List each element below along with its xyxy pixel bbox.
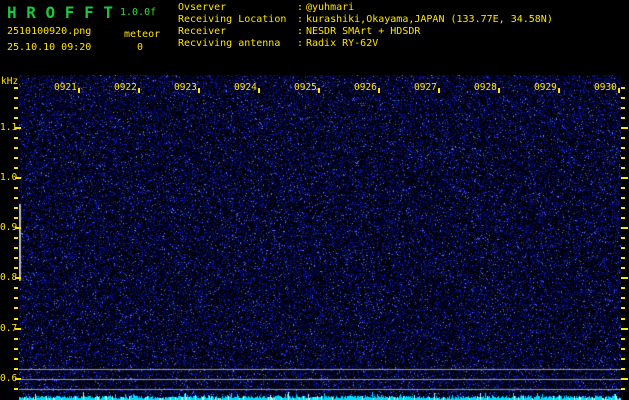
freq-minor-tick-right <box>621 358 625 360</box>
freq-minor-tick-right <box>621 87 625 89</box>
freq-minor-tick-left <box>14 197 18 199</box>
freq-major-tick-right <box>621 277 628 279</box>
observer-label: Ovserver <box>178 2 227 13</box>
freq-minor-tick-right <box>621 388 625 390</box>
freq-minor-tick-right <box>621 217 625 219</box>
freq-minor-tick-left <box>14 167 18 169</box>
freq-minor-tick-right <box>621 187 625 189</box>
freq-minor-tick-left <box>14 338 18 340</box>
freq-label: 1.0 <box>0 172 18 183</box>
freq-major-tick-right <box>621 328 628 330</box>
freq-minor-tick-left <box>14 267 18 269</box>
freq-minor-tick-right <box>621 287 625 289</box>
antenna-row: Recviving antenna: Radix RY-62V <box>178 38 553 50</box>
separator: : <box>297 26 304 37</box>
freq-minor-tick-left <box>14 237 18 239</box>
app-title: H R O F F T <box>7 3 113 22</box>
freq-minor-tick-right <box>621 237 625 239</box>
freq-minor-tick-left <box>14 107 18 109</box>
freq-minor-tick-left <box>14 137 18 139</box>
observer-row: Ovserver: @yuhmari <box>178 2 553 14</box>
freq-label: 0.7 <box>0 323 18 334</box>
freq-label: 0.8 <box>0 272 18 283</box>
freq-minor-tick-left <box>14 318 18 320</box>
separator: : <box>297 2 304 13</box>
freq-minor-tick-right <box>621 197 625 199</box>
freq-major-tick-right <box>621 378 628 380</box>
freq-minor-tick-right <box>621 297 625 299</box>
freq-minor-tick-left <box>14 297 18 299</box>
freq-label: 1.1 <box>0 122 18 133</box>
freq-minor-tick-right <box>621 257 625 259</box>
freq-minor-tick-left <box>14 87 18 89</box>
freq-label: 0.9 <box>0 222 18 233</box>
freq-minor-tick-right <box>621 267 625 269</box>
freq-minor-tick-left <box>14 207 18 209</box>
freq-major-tick-right <box>621 227 628 229</box>
hrofft-screen: H R O F F T 1.0.0f 2510100920.png 25.10.… <box>0 0 629 400</box>
freq-minor-tick-right <box>621 137 625 139</box>
freq-minor-tick-right <box>621 318 625 320</box>
freq-minor-tick-right <box>621 147 625 149</box>
freq-minor-tick-right <box>621 207 625 209</box>
meteor-count-label: meteor <box>124 29 161 40</box>
freq-minor-tick-left <box>14 157 18 159</box>
freq-minor-tick-right <box>621 368 625 370</box>
receiver-row: Receiver: NESDR SMArt + HDSDR <box>178 26 553 38</box>
freq-minor-tick-left <box>14 358 18 360</box>
frequency-unit-label: kHz <box>1 76 19 87</box>
freq-minor-tick-right <box>621 247 625 249</box>
receiver-label: Receiver <box>178 26 227 37</box>
observer-value: @yuhmari <box>306 2 355 13</box>
freq-minor-tick-left <box>14 287 18 289</box>
antenna-value: Radix RY-62V <box>306 38 379 49</box>
freq-minor-tick-right <box>621 117 625 119</box>
freq-minor-tick-left <box>14 147 18 149</box>
freq-minor-tick-right <box>621 107 625 109</box>
separator: : <box>297 14 304 25</box>
freq-minor-tick-left <box>14 348 18 350</box>
antenna-label: Recviving antenna <box>178 38 281 49</box>
observer-info-block: Ovserver: @yuhmari Receiving Location: kur… <box>178 2 553 50</box>
freq-minor-tick-left <box>14 97 18 99</box>
location-value: kurashiki,Okayama,JAPAN (133.77E, 34.58N… <box>306 14 553 25</box>
location-row: Receiving Location: kurashiki,Okayama,JAP… <box>178 14 553 26</box>
freq-minor-tick-right <box>621 167 625 169</box>
freq-minor-tick-left <box>14 217 18 219</box>
freq-minor-tick-right <box>621 157 625 159</box>
freq-minor-tick-left <box>14 257 18 259</box>
freq-label: 0.6 <box>0 373 18 384</box>
freq-minor-tick-right <box>621 97 625 99</box>
freq-major-tick-right <box>621 177 628 179</box>
freq-major-tick-right <box>621 127 628 129</box>
freq-minor-tick-left <box>14 247 18 249</box>
meteor-count-value: 0 <box>137 42 144 53</box>
location-label: Receiving Location <box>178 14 287 25</box>
freq-minor-tick-left <box>14 307 18 309</box>
separator: : <box>297 38 304 49</box>
freq-minor-tick-left <box>14 388 18 390</box>
freq-minor-tick-right <box>621 307 625 309</box>
spectrogram-canvas <box>19 75 621 400</box>
app-version: 1.0.0f <box>120 7 157 18</box>
freq-minor-tick-left <box>14 117 18 119</box>
freq-minor-tick-right <box>621 338 625 340</box>
timestamp: 25.10.10 09:20 <box>7 42 92 53</box>
freq-minor-tick-left <box>14 368 18 370</box>
freq-minor-tick-right <box>621 348 625 350</box>
output-filename: 2510100920.png <box>7 26 92 37</box>
freq-minor-tick-left <box>14 187 18 189</box>
receiver-value: NESDR SMArt + HDSDR <box>306 26 421 37</box>
